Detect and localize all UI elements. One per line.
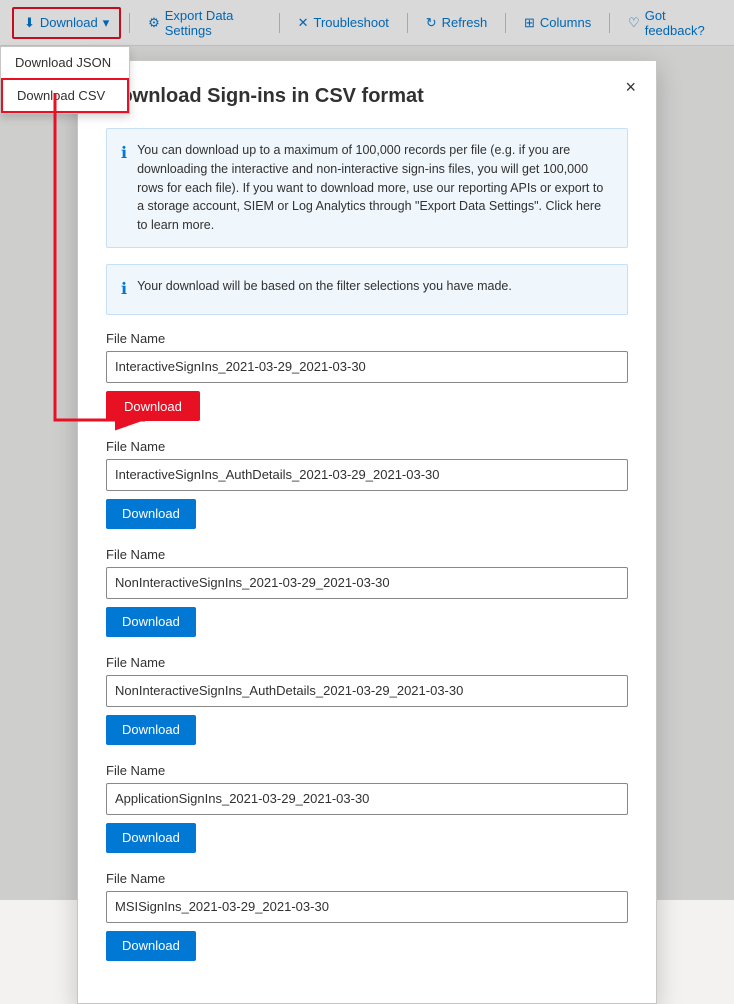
file-download-button-3[interactable]: Download	[106, 715, 196, 745]
info-icon-1: ℹ	[121, 142, 127, 235]
file-section-2: File Name Download	[106, 547, 628, 637]
file-input-5[interactable]	[106, 891, 628, 923]
file-sections-container: File NameDownloadFile NameDownloadFile N…	[106, 331, 628, 961]
file-input-2[interactable]	[106, 567, 628, 599]
file-download-button-0[interactable]: Download	[106, 391, 200, 421]
file-section-4: File Name Download	[106, 763, 628, 853]
file-label-1: File Name	[106, 439, 628, 454]
download-modal: Download Sign-ins in CSV format × ℹ You …	[77, 60, 657, 1004]
file-label-5: File Name	[106, 871, 628, 886]
info-text-1: You can download up to a maximum of 100,…	[137, 141, 613, 235]
file-section-3: File Name Download	[106, 655, 628, 745]
file-download-button-1[interactable]: Download	[106, 499, 196, 529]
file-download-button-4[interactable]: Download	[106, 823, 196, 853]
modal-title: Download Sign-ins in CSV format	[106, 85, 628, 108]
info-box-1: ℹ You can download up to a maximum of 10…	[106, 128, 628, 248]
file-input-4[interactable]	[106, 783, 628, 815]
info-icon-2: ℹ	[121, 278, 127, 302]
file-input-1[interactable]	[106, 459, 628, 491]
file-download-button-5[interactable]: Download	[106, 931, 196, 961]
file-label-2: File Name	[106, 547, 628, 562]
file-label-4: File Name	[106, 763, 628, 778]
file-download-button-2[interactable]: Download	[106, 607, 196, 637]
file-input-3[interactable]	[106, 675, 628, 707]
download-dropdown: Download JSON Download CSV	[0, 46, 130, 114]
file-label-0: File Name	[106, 331, 628, 346]
info-text-2: Your download will be based on the filte…	[137, 277, 512, 302]
download-csv-item[interactable]: Download CSV	[1, 78, 129, 113]
info-box-2: ℹ Your download will be based on the fil…	[106, 264, 628, 315]
file-section-5: File Name Download	[106, 871, 628, 961]
file-input-0[interactable]	[106, 351, 628, 383]
file-section-0: File Name Download	[106, 331, 628, 421]
file-label-3: File Name	[106, 655, 628, 670]
modal-backdrop: Download Sign-ins in CSV format × ℹ You …	[0, 0, 734, 900]
file-section-1: File Name Download	[106, 439, 628, 529]
download-json-item[interactable]: Download JSON	[1, 47, 129, 78]
modal-close-button[interactable]: ×	[625, 77, 636, 98]
